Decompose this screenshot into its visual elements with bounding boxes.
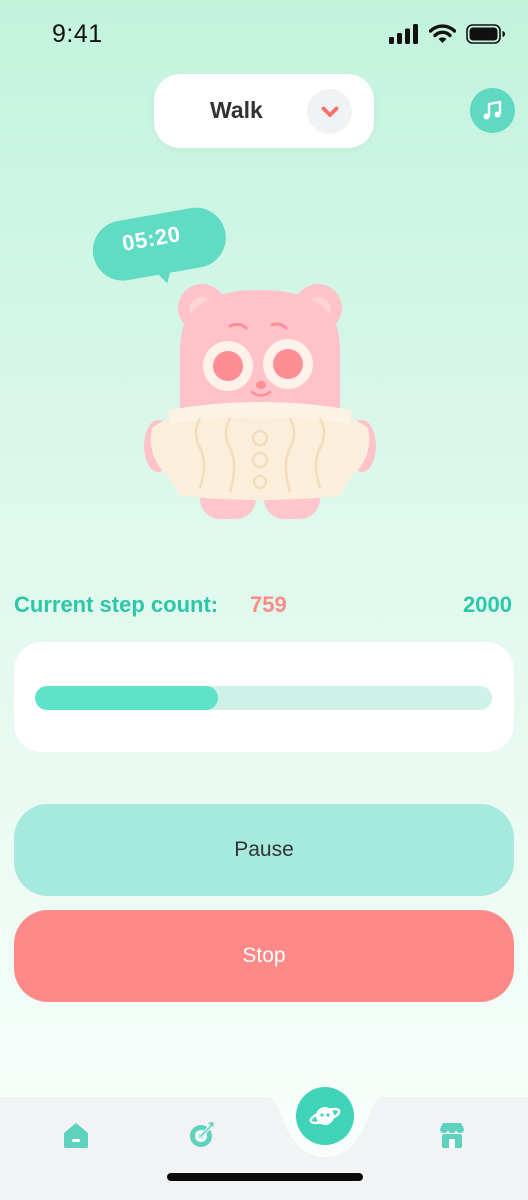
mode-chevron-button[interactable] <box>307 89 352 134</box>
timer-bubble: 05:20 <box>88 200 233 290</box>
step-progress-fill <box>35 686 218 710</box>
music-note-icon <box>483 100 501 119</box>
bear-mascot-illustration <box>144 284 376 519</box>
mode-label: Walk <box>210 97 263 123</box>
step-goal-value: 2000 <box>463 592 512 617</box>
mode-selector[interactable]: Walk <box>154 74 374 148</box>
tab-planet-button[interactable] <box>296 1087 354 1145</box>
progress-card <box>14 642 514 752</box>
wifi-icon <box>429 24 456 43</box>
battery-icon <box>466 24 505 44</box>
pause-button[interactable]: Pause <box>14 804 514 896</box>
status-icons <box>389 24 506 44</box>
status-bar: 9:41 <box>0 0 528 70</box>
planet-icon <box>309 1107 341 1125</box>
signal-icon <box>389 24 418 44</box>
step-progress-bar <box>35 686 492 710</box>
step-count-value: 759 <box>250 592 287 617</box>
status-time: 9:41 <box>52 20 103 48</box>
step-count-row: Current step count: 759 2000 <box>14 592 514 622</box>
music-button[interactable] <box>470 88 515 133</box>
home-icon[interactable] <box>61 1120 91 1150</box>
store-icon[interactable] <box>437 1120 467 1150</box>
home-indicator <box>167 1173 363 1181</box>
chevron-down-icon <box>321 106 338 117</box>
target-icon[interactable] <box>187 1120 217 1150</box>
stop-button[interactable]: Stop <box>14 910 514 1002</box>
step-count-label: Current step count: <box>14 592 219 617</box>
